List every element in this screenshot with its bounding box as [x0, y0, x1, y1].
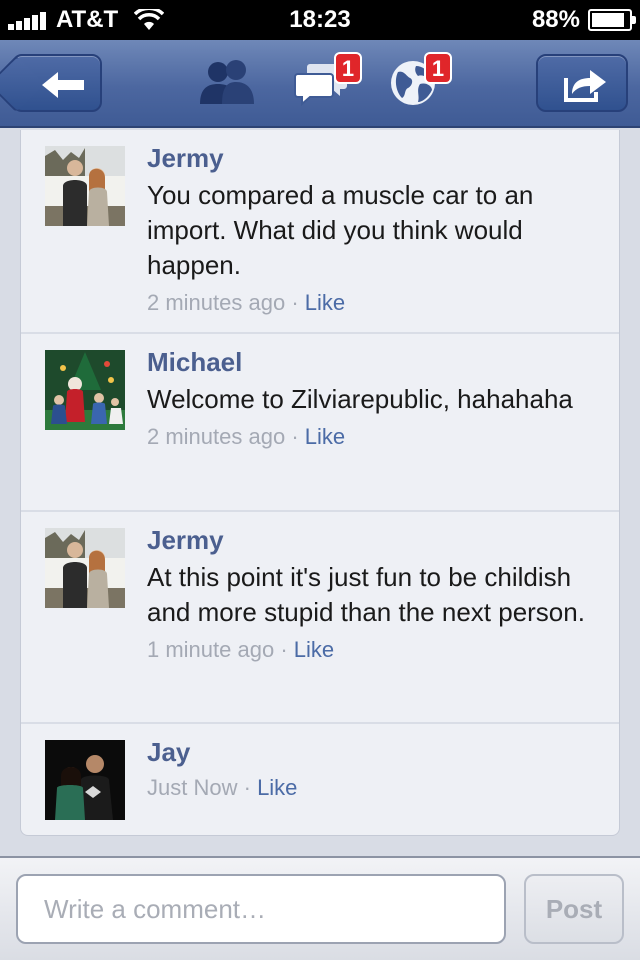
comment-item: Jay Just Now · Like — [21, 724, 619, 835]
comment-time: Just Now — [147, 775, 238, 800]
comment-author[interactable]: Jay — [147, 736, 595, 768]
comment-author[interactable]: Michael — [147, 346, 595, 378]
status-right: 88% — [531, 6, 636, 34]
friends-button[interactable] — [198, 58, 258, 113]
meta-separator: · — [280, 637, 288, 662]
like-link[interactable]: Like — [257, 775, 297, 800]
comment-item: Michael Welcome to Zilviarepublic, hahah… — [21, 334, 619, 512]
like-link[interactable]: Like — [294, 637, 334, 662]
comment-item: Jermy At this point it's just fun to be … — [21, 512, 619, 724]
battery-percent: 88% — [531, 6, 580, 33]
nav-bar: 1 1 — [0, 40, 640, 128]
messages-badge: 1 — [334, 52, 362, 84]
comment-text: You compared a muscle car to an import. … — [147, 180, 534, 280]
comment-input[interactable] — [16, 874, 506, 944]
share-button[interactable] — [536, 54, 628, 112]
messages-button[interactable]: 1 — [294, 52, 362, 113]
comment-author[interactable]: Jermy — [147, 142, 595, 174]
comment-item: Jermy You compared a muscle car to an im… — [21, 130, 619, 334]
comment-text: Welcome to Zilviarepublic, hahahaha — [147, 384, 573, 414]
avatar[interactable] — [45, 740, 125, 820]
avatar[interactable] — [45, 146, 125, 226]
notifications-button[interactable]: 1 — [388, 52, 452, 113]
left-arrow-icon — [42, 72, 84, 98]
notifications-badge: 1 — [424, 52, 452, 84]
avatar[interactable] — [45, 528, 125, 608]
comment-meta: 2 minutes ago · Like — [147, 423, 595, 451]
meta-separator: · — [291, 424, 299, 449]
status-bar: AT&T 18:23 88% — [0, 0, 640, 40]
avatar[interactable] — [45, 350, 125, 430]
back-button[interactable] — [12, 54, 102, 112]
friends-icon — [200, 60, 254, 104]
meta-separator: · — [291, 290, 299, 315]
share-icon — [564, 70, 606, 102]
comment-meta: 2 minutes ago · Like — [147, 289, 595, 317]
comments-card: Jermy You compared a muscle car to an im… — [20, 130, 620, 836]
comment-author[interactable]: Jermy — [147, 524, 595, 556]
comment-time: 2 minutes ago — [147, 424, 286, 449]
battery-fill — [592, 13, 624, 27]
comment-meta: 1 minute ago · Like — [147, 636, 595, 664]
comment-text: At this point it's just fun to be childi… — [147, 562, 585, 627]
comment-meta: Just Now · Like — [147, 774, 595, 802]
comment-time: 2 minutes ago — [147, 290, 286, 315]
like-link[interactable]: Like — [305, 290, 345, 315]
meta-separator: · — [243, 775, 251, 800]
like-link[interactable]: Like — [305, 424, 345, 449]
compose-bar: Post — [0, 856, 640, 960]
comment-time: 1 minute ago — [147, 637, 275, 662]
post-button[interactable]: Post — [524, 874, 624, 944]
comments-area[interactable]: Jermy You compared a muscle car to an im… — [0, 130, 640, 856]
battery-icon — [588, 9, 636, 31]
